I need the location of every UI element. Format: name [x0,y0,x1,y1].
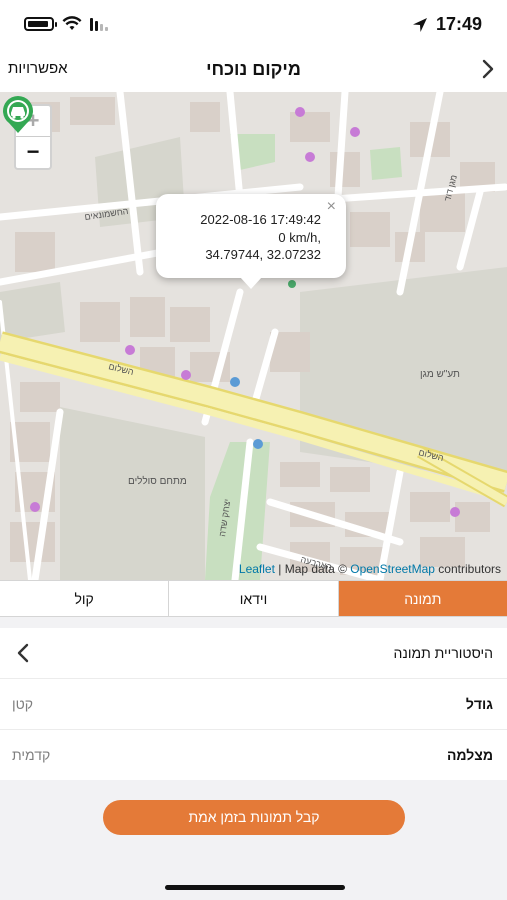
popup-timestamp: 2022-08-16 17:49:42 [200,212,321,227]
close-icon[interactable]: × [327,198,336,216]
map-tiles: השלום השלום תע"ש מגן מתחם סוללים יצחק שד… [0,92,507,580]
tab-video[interactable]: וידאו [168,581,337,616]
block-area [60,407,205,580]
wifi-icon [62,16,82,30]
attribution-contributors: contributors [434,562,501,576]
battery-icon [24,17,57,31]
attribution-separator: | Map data © [274,562,351,576]
leaflet-link[interactable]: Leaflet [239,562,275,576]
page-title: מיקום נוכחי [206,59,301,79]
nav-bar: אפשרויות מיקום נוכחי [0,50,507,92]
map-attribution: Leaflet | Map data © OpenStreetMap contr… [239,562,501,576]
popup-coordinates: 34.79744, 32.07232 [205,247,321,262]
camera-row[interactable]: מצלמה קדמית [0,730,507,780]
zoom-out-button[interactable]: − [16,137,50,168]
media-tabs: קול וידאו תמונה [0,580,507,617]
history-row[interactable]: היסטוריית תמונה [0,628,507,678]
status-time: 17:49 [412,14,482,35]
map-view[interactable]: השלום השלום תע"ש מגן מתחם סוללים יצחק שד… [0,92,507,580]
park-area-east [370,147,402,180]
size-value[interactable]: קטן [12,696,33,712]
location-popup: × 2022-08-16 17:49:42 0 km/h, 34.79744, … [156,194,346,289]
chevron-right-icon[interactable] [477,57,499,81]
size-label: גודל [465,696,493,712]
home-indicator [165,885,345,890]
clock-text: 17:49 [435,14,482,34]
location-arrow-icon [412,17,427,32]
map-label-block: מתחם סוללים [128,475,187,487]
camera-value[interactable]: קדמית [12,747,50,763]
tab-audio[interactable]: קול [0,581,168,616]
camera-label: מצלמה [446,747,493,763]
tab-photo[interactable]: תמונה [337,581,507,616]
history-label: היסטוריית תמונה [393,645,493,661]
block-area-west [0,282,65,342]
signal-icon [90,17,108,31]
size-row[interactable]: גודל קטן [0,679,507,729]
realtime-photos-button[interactable]: קבל תמונות בזמן אמת [103,800,405,835]
chevron-left-icon [17,643,29,663]
status-icons-left [24,16,108,32]
osm-link[interactable]: OpenStreetMap [350,562,435,576]
status-bar: 17:49 [0,0,507,50]
popup-speed: 0 km/h, [278,230,321,245]
car-location-marker-icon[interactable] [0,92,36,134]
map-label-area: תע"ש מגן [420,369,460,380]
